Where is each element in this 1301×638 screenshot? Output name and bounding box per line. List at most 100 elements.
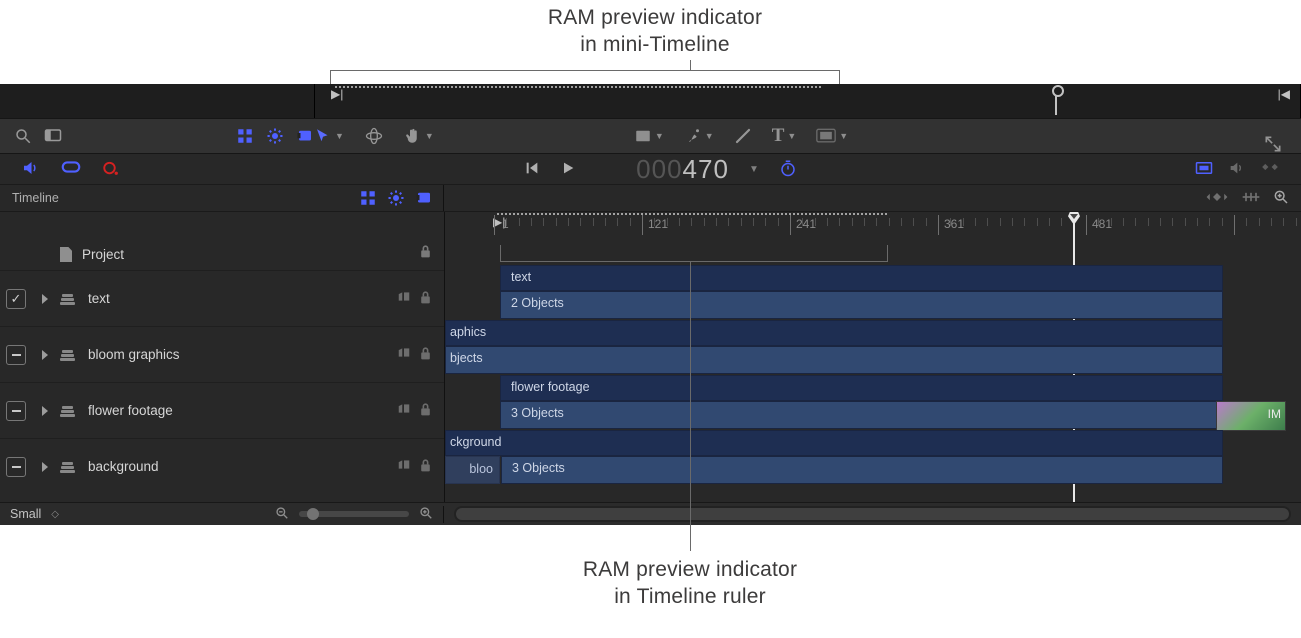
row-size-label[interactable]: Small bbox=[10, 507, 41, 521]
disclosure-icon[interactable] bbox=[42, 294, 48, 304]
pan-tool[interactable]: ▼ bbox=[404, 127, 434, 145]
keyframe-editor-icon[interactable] bbox=[1259, 160, 1281, 179]
clip-sublabel: 2 Objects bbox=[511, 296, 564, 310]
disclosure-icon[interactable] bbox=[42, 406, 48, 416]
layer-row-text[interactable]: ✓ text bbox=[0, 271, 444, 327]
isolate-icon[interactable] bbox=[397, 346, 411, 364]
lock-icon[interactable] bbox=[419, 458, 432, 476]
clip-sublabel: bjects bbox=[450, 351, 483, 365]
visibility-toggle[interactable] bbox=[6, 345, 26, 365]
media-browser-icon[interactable] bbox=[44, 127, 62, 145]
search-icon[interactable] bbox=[14, 127, 32, 145]
record-icon[interactable] bbox=[102, 159, 120, 180]
text-tool[interactable]: T ▼ bbox=[772, 125, 797, 147]
mini-timeline[interactable]: ▶| |◀ bbox=[0, 84, 1301, 118]
clip-label: text bbox=[511, 270, 531, 284]
3d-transform-tool[interactable] bbox=[364, 126, 384, 146]
stopwatch-icon[interactable] bbox=[779, 159, 797, 180]
zoom-in-icon[interactable] bbox=[419, 506, 433, 523]
zoom-fit-icon[interactable] bbox=[1273, 189, 1289, 208]
timeline-footer: Small ◇ bbox=[0, 502, 1301, 525]
visibility-toggle[interactable] bbox=[6, 457, 26, 477]
clip-flower-sub[interactable]: 3 Objects bbox=[500, 401, 1223, 429]
play-button[interactable] bbox=[560, 160, 576, 179]
lock-icon[interactable] bbox=[419, 290, 432, 308]
project-row[interactable]: Project bbox=[0, 212, 444, 271]
rectangle-tool[interactable]: ▼ bbox=[634, 127, 664, 145]
masks-panel-icon[interactable] bbox=[296, 127, 314, 145]
clip-side[interactable]: bloo bbox=[445, 456, 500, 484]
transport-bar: 000470 ▼ bbox=[0, 154, 1301, 185]
layer-list: Project ✓ text bbox=[0, 212, 445, 502]
ruler-tick-label: 121 bbox=[648, 217, 668, 231]
layer-name: background bbox=[88, 459, 397, 474]
isolate-icon[interactable] bbox=[397, 290, 411, 308]
application-window: ▶| |◀ bbox=[0, 84, 1301, 525]
group-icon bbox=[60, 349, 76, 361]
clip-label: aphics bbox=[450, 325, 486, 339]
panel-title: Timeline bbox=[12, 191, 359, 205]
disclosure-icon[interactable] bbox=[42, 350, 48, 360]
layer-name: flower footage bbox=[88, 403, 397, 418]
clip-thumbnail[interactable]: IM bbox=[1216, 401, 1286, 431]
disclosure-icon[interactable] bbox=[42, 462, 48, 472]
zoom-slider-knob[interactable] bbox=[307, 508, 319, 520]
horizontal-scrollbar[interactable] bbox=[454, 506, 1291, 522]
clip-label: flower footage bbox=[511, 380, 590, 394]
size-menu-icon[interactable]: ◇ bbox=[51, 509, 59, 520]
project-name: Project bbox=[82, 247, 419, 262]
clip-text-sub[interactable]: 2 Objects bbox=[500, 291, 1223, 319]
mask-tool[interactable]: ▼ bbox=[816, 128, 848, 144]
filters-icon[interactable] bbox=[236, 127, 254, 145]
timecode-menu-icon[interactable]: ▼ bbox=[749, 164, 759, 175]
select-tool[interactable]: ▼ bbox=[314, 127, 344, 145]
ruler-tick-label: 481 bbox=[1092, 217, 1112, 231]
zoom-slider[interactable] bbox=[299, 511, 409, 517]
paint-stroke-tool[interactable]: ▼ bbox=[684, 126, 714, 146]
clip-bloom[interactable]: aphics bbox=[445, 320, 1223, 346]
visibility-toggle[interactable]: ✓ bbox=[6, 289, 26, 309]
isolate-icon[interactable] bbox=[397, 402, 411, 420]
mini-timeline-playhead[interactable] bbox=[1055, 87, 1057, 115]
ruler-tick-label: 241 bbox=[796, 217, 816, 231]
clip-label: ckground bbox=[450, 435, 501, 449]
show-masks-icon[interactable] bbox=[415, 189, 433, 207]
annotation-bottom: RAM preview indicator in Timeline ruler bbox=[500, 556, 880, 611]
mini-in-point-icon[interactable]: ▶| bbox=[331, 87, 343, 101]
show-filters-icon[interactable] bbox=[359, 189, 377, 207]
isolate-icon[interactable] bbox=[397, 458, 411, 476]
clip-flower[interactable]: flower footage bbox=[500, 375, 1223, 401]
timeline-ruler[interactable]: ▶| 1 121 241 361 481 bbox=[445, 212, 1301, 239]
visible-area-icon[interactable] bbox=[1195, 160, 1213, 179]
go-to-start-button[interactable] bbox=[524, 160, 540, 179]
clip-background[interactable]: ckground bbox=[445, 430, 1223, 456]
layer-row-bloom[interactable]: bloom graphics bbox=[0, 327, 444, 383]
visibility-toggle[interactable] bbox=[6, 401, 26, 421]
clip-sublabel: 3 Objects bbox=[512, 461, 565, 475]
expand-canvas-icon[interactable] bbox=[1263, 134, 1283, 157]
ram-preview-indicator-mini bbox=[335, 86, 821, 90]
clip-bloom-sub[interactable]: bjects bbox=[445, 346, 1223, 374]
behaviors-settings-icon[interactable] bbox=[266, 127, 284, 145]
lock-icon[interactable] bbox=[419, 402, 432, 420]
loop-toggle-icon[interactable] bbox=[60, 159, 82, 180]
timecode-display[interactable]: 000470 bbox=[636, 154, 729, 185]
layer-row-flower[interactable]: flower footage bbox=[0, 383, 444, 439]
keyframe-nav-icon[interactable] bbox=[1205, 190, 1229, 206]
clip-text[interactable]: text bbox=[500, 265, 1223, 291]
mini-out-point-icon[interactable]: |◀ bbox=[1278, 87, 1290, 101]
clip-side-label: bloo bbox=[469, 462, 493, 476]
layer-row-background[interactable]: background bbox=[0, 439, 444, 494]
audio-toggle-icon[interactable] bbox=[20, 159, 40, 180]
document-icon bbox=[60, 247, 72, 262]
snapping-icon[interactable] bbox=[1241, 190, 1261, 207]
toolbar: ▼ ▼ ▼ ▼ T ▼ bbox=[0, 118, 1301, 154]
clip-background-sub[interactable]: 3 Objects bbox=[501, 456, 1223, 484]
audio-out-icon[interactable] bbox=[1227, 160, 1245, 179]
zoom-out-icon[interactable] bbox=[275, 506, 289, 523]
lock-icon[interactable] bbox=[419, 346, 432, 364]
show-behaviors-icon[interactable] bbox=[387, 189, 405, 207]
lock-icon[interactable] bbox=[419, 244, 432, 262]
line-tool[interactable] bbox=[734, 127, 752, 145]
thumb-label: IM bbox=[1268, 407, 1281, 421]
